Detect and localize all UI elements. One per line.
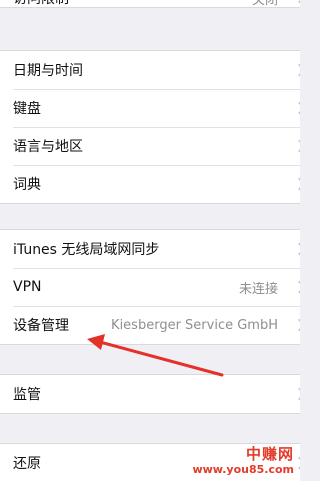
settings-group-general: 日期与时间 键盘 语言与地区 词典: [0, 50, 300, 204]
vpn-label: VPN: [13, 279, 42, 295]
settings-group-restrictions: 访问限制 关闭: [0, 0, 300, 8]
supervision-row[interactable]: 监管: [0, 375, 300, 413]
chevron-right-icon: [293, 318, 300, 332]
dictionary-row[interactable]: 词典: [0, 165, 300, 203]
annotation-arrow-shaft: [98, 340, 224, 377]
keyboard-row[interactable]: 键盘: [0, 89, 300, 127]
settings-group-sync: iTunes 无线局域网同步 VPN 未连接 设备管理 Kiesberger S…: [0, 229, 300, 345]
supervision-label: 监管: [13, 387, 41, 403]
site-watermark: 中赚网 www.you85.com: [192, 445, 294, 476]
dictionary-label: 词典: [13, 177, 41, 193]
itunes-wifi-sync-row[interactable]: iTunes 无线局域网同步: [0, 230, 300, 268]
date-time-row[interactable]: 日期与时间: [0, 51, 300, 89]
settings-group-supervision: 监管: [0, 374, 300, 414]
chevron-right-icon: [293, 63, 300, 77]
chevron-right-icon: [293, 0, 300, 4]
device-management-label: 设备管理: [13, 318, 69, 334]
language-region-row[interactable]: 语言与地区: [0, 127, 300, 165]
language-region-label: 语言与地区: [13, 139, 83, 155]
vpn-status: 未连接: [238, 281, 278, 297]
date-time-label: 日期与时间: [13, 63, 83, 79]
settings-screen: 访问限制 关闭 日期与时间 键盘 语言与地区 词典 iTunes 无线局域网同步: [0, 0, 300, 481]
chevron-right-icon: [293, 280, 300, 294]
reset-label: 还原: [13, 456, 41, 472]
chevron-right-icon: [293, 139, 300, 153]
chevron-right-icon: [293, 101, 300, 115]
restrictions-row[interactable]: 访问限制 关闭: [0, 0, 300, 8]
keyboard-label: 键盘: [13, 101, 41, 117]
device-management-row[interactable]: 设备管理 Kiesberger Service GmbH: [0, 306, 300, 344]
chevron-right-icon: [293, 177, 300, 191]
chevron-right-icon: [293, 456, 300, 470]
vpn-row[interactable]: VPN 未连接: [0, 268, 300, 306]
device-management-profile: Kiesberger Service GmbH: [111, 317, 278, 333]
watermark-url: www.you85.com: [192, 463, 294, 476]
watermark-title: 中赚网: [245, 445, 294, 463]
chevron-right-icon: [293, 387, 300, 401]
chevron-right-icon: [293, 242, 300, 256]
restrictions-value: 关闭: [251, 0, 278, 8]
restrictions-label: 访问限制: [13, 0, 69, 7]
itunes-wifi-sync-label: iTunes 无线局域网同步: [13, 242, 160, 258]
